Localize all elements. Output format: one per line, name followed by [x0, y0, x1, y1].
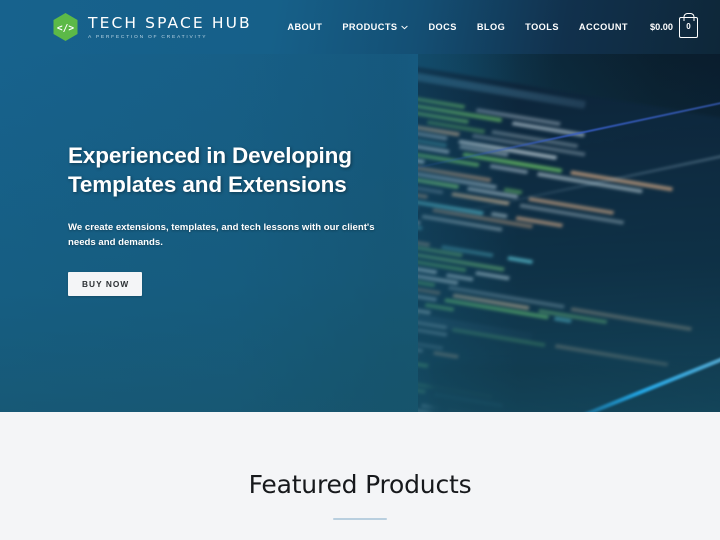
- chevron-down-icon: [401, 23, 408, 30]
- heading-divider: [333, 518, 387, 520]
- monitor-edge-highlight-2: [413, 152, 720, 224]
- hero-section: Experienced in Developing Templates and …: [0, 54, 720, 412]
- nav-item-account[interactable]: ACCOUNT: [569, 22, 638, 32]
- brand-tagline: A PERFECTION OF CREATIVITY: [88, 35, 252, 40]
- nav-label: PRODUCTS: [342, 22, 397, 32]
- nav-item-blog[interactable]: BLOG: [467, 22, 515, 32]
- nav-label: ACCOUNT: [579, 22, 628, 32]
- hexagon-code-icon: </>: [52, 12, 79, 42]
- nav-label: DOCS: [428, 22, 456, 32]
- cyan-light-streak: [543, 351, 720, 412]
- nav-label: ABOUT: [287, 22, 322, 32]
- featured-products-heading: Featured Products: [249, 470, 472, 499]
- nav-item-tools[interactable]: TOOLS: [515, 22, 569, 32]
- buy-now-button[interactable]: BUY NOW: [68, 272, 142, 296]
- hero-content: Experienced in Developing Templates and …: [0, 54, 420, 296]
- monitor-edge-highlight: [374, 88, 720, 177]
- nav-label: BLOG: [477, 22, 505, 32]
- cart-total: $0.00: [650, 22, 673, 32]
- cart-item-count: 0: [686, 23, 690, 31]
- svg-text:</>: </>: [57, 23, 74, 34]
- brand-text: TECH SPACE HUB A PERFECTION OF CREATIVIT…: [88, 14, 252, 39]
- hero-title: Experienced in Developing Templates and …: [68, 142, 420, 200]
- nav-item-products[interactable]: PRODUCTS: [332, 22, 418, 32]
- photo-dark-vignette: [430, 364, 720, 412]
- site-header: </> TECH SPACE HUB A PERFECTION OF CREAT…: [0, 0, 720, 54]
- hero-subtitle: We create extensions, templates, and tec…: [68, 220, 400, 251]
- brand-name: TECH SPACE HUB: [88, 15, 252, 31]
- cart-widget[interactable]: $0.00 0: [638, 17, 698, 38]
- page-root: </> TECH SPACE HUB A PERFECTION OF CREAT…: [0, 0, 720, 540]
- nav-label: TOOLS: [525, 22, 559, 32]
- nav-item-docs[interactable]: DOCS: [418, 22, 466, 32]
- featured-products-section: Featured Products: [0, 412, 720, 540]
- shopping-bag-icon[interactable]: 0: [679, 17, 698, 38]
- main-navigation: ABOUT PRODUCTS DOCS BLOG TOOLS ACCOUNT $…: [277, 17, 698, 38]
- editor-highlight-row: [283, 292, 533, 344]
- nav-item-about[interactable]: ABOUT: [277, 22, 332, 32]
- site-logo[interactable]: </> TECH SPACE HUB A PERFECTION OF CREAT…: [52, 12, 252, 42]
